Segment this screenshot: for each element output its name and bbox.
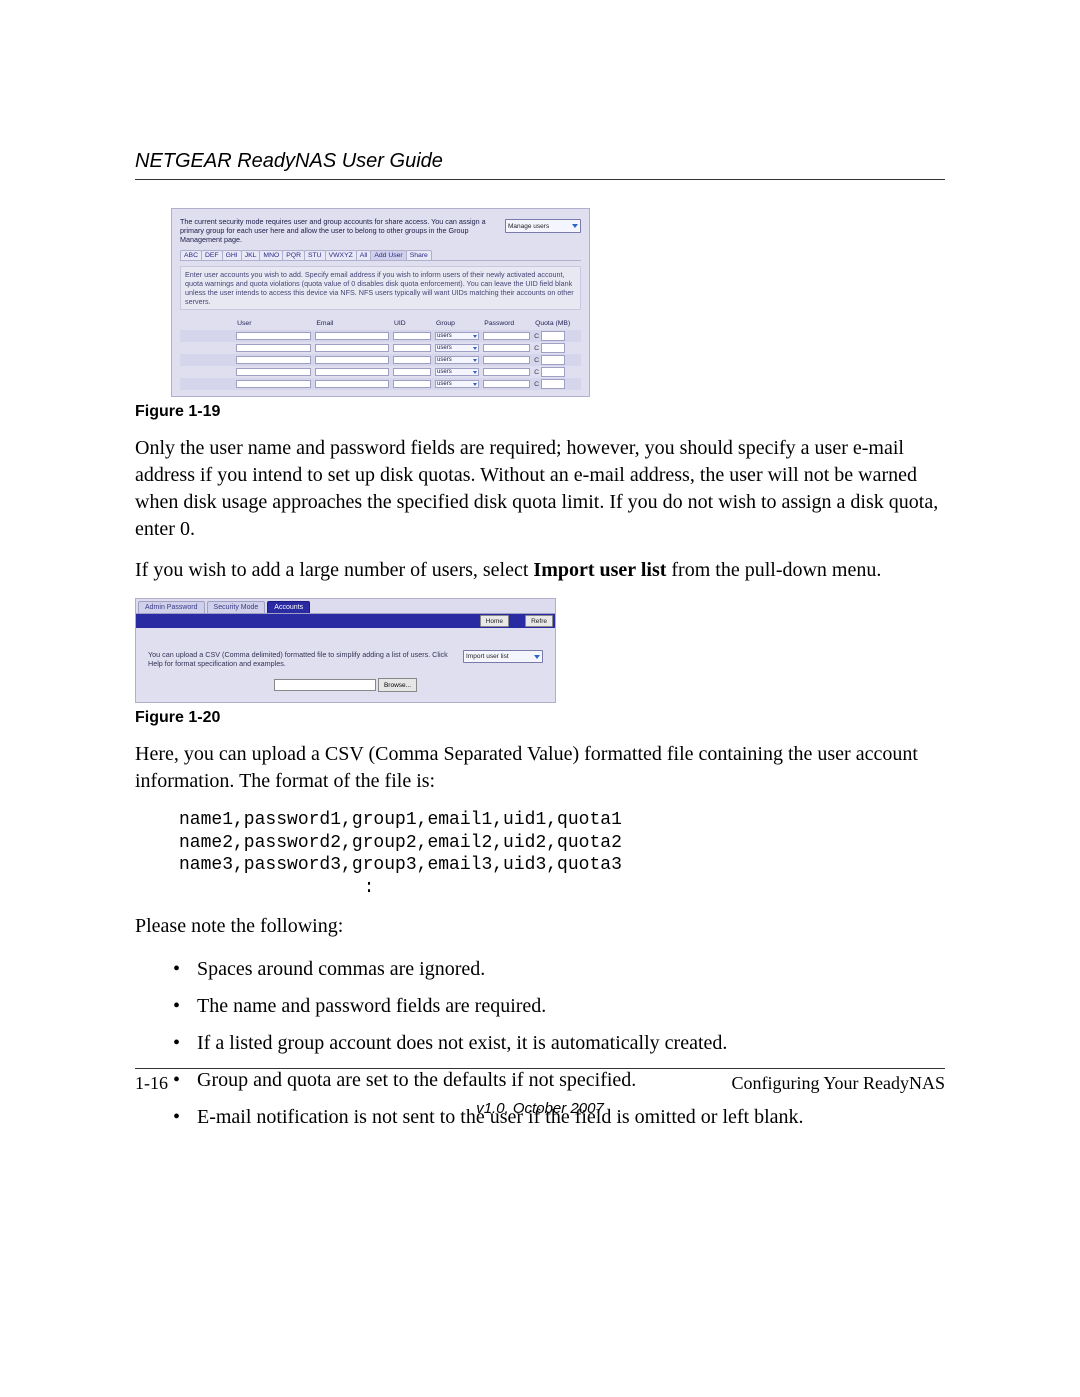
quota-prefix: C [534, 381, 539, 388]
top-tab-security-mode[interactable]: Security Mode [207, 601, 266, 613]
figure-19-screenshot: The current security mode requires user … [171, 208, 590, 397]
chevron-down-icon [572, 224, 578, 228]
header-rule [135, 179, 945, 180]
group-select[interactable]: users [435, 332, 479, 340]
quota-input[interactable] [541, 367, 565, 377]
doc-header-title: NETGEAR ReadyNAS User Guide [135, 150, 945, 173]
chevron-down-icon [473, 359, 477, 362]
table-row: users C [180, 330, 581, 342]
tab-abc[interactable]: ABC [180, 250, 202, 260]
home-button[interactable]: Home [480, 615, 509, 627]
uid-input[interactable] [393, 332, 431, 340]
tab-vwxyz[interactable]: VWXYZ [325, 250, 357, 260]
tab-ghi[interactable]: GHI [222, 250, 242, 260]
password-input[interactable] [483, 380, 530, 388]
paragraph-2: If you wish to add a large number of use… [135, 557, 945, 584]
col-uid: UID [391, 320, 433, 330]
tab-share[interactable]: Share [406, 250, 432, 260]
email-input[interactable] [315, 356, 389, 364]
paragraph-3: Here, you can upload a CSV (Comma Separa… [135, 741, 945, 795]
tab-jkl[interactable]: JKL [241, 250, 261, 260]
table-row: users C [180, 354, 581, 366]
password-input[interactable] [483, 368, 530, 376]
password-input[interactable] [483, 332, 530, 340]
top-tab-accounts[interactable]: Accounts [267, 601, 310, 613]
uid-input[interactable] [393, 356, 431, 364]
table-row: users C [180, 342, 581, 354]
figure-20-screenshot: Admin Password Security Mode Accounts Ho… [135, 598, 556, 703]
manage-users-select-label: Manage users [508, 223, 549, 230]
footer-rule [135, 1068, 945, 1069]
user-input[interactable] [236, 344, 311, 352]
paragraph-4: Please note the following: [135, 913, 945, 940]
quota-input[interactable] [541, 379, 565, 389]
table-row: users C [180, 366, 581, 378]
figure-19-caption: Figure 1-19 [135, 403, 945, 421]
list-item: The name and password fields are require… [179, 991, 945, 1022]
tab-def[interactable]: DEF [201, 250, 223, 260]
tab-stu[interactable]: STU [304, 250, 326, 260]
group-select[interactable]: users [435, 380, 479, 388]
import-select-label: Import user list [466, 653, 509, 660]
quota-input[interactable] [541, 355, 565, 365]
chevron-down-icon [473, 347, 477, 350]
paragraph-1: Only the user name and password fields a… [135, 435, 945, 543]
fig19-user-table: User Email UID Group Password Quota (MB)… [180, 320, 581, 390]
group-select[interactable]: users [435, 344, 479, 352]
user-input[interactable] [236, 380, 311, 388]
quota-prefix: C [534, 345, 539, 352]
chevron-down-icon [473, 383, 477, 386]
group-select[interactable]: users [435, 368, 479, 376]
list-item: If a listed group account does not exist… [179, 1028, 945, 1059]
browse-button[interactable]: Browse... [378, 678, 417, 692]
csv-format-block: name1,password1,group1,email1,uid1,quota… [179, 809, 945, 899]
top-tab-admin-password[interactable]: Admin Password [138, 601, 205, 613]
import-user-list-select[interactable]: Import user list [463, 650, 543, 663]
chevron-down-icon [473, 371, 477, 374]
table-row: users C [180, 378, 581, 390]
tab-add-user[interactable]: Add User [370, 250, 406, 260]
fig19-intro-text: The current security mode requires user … [180, 217, 499, 244]
col-user: User [234, 320, 313, 330]
tab-pqr[interactable]: PQR [282, 250, 305, 260]
quota-prefix: C [534, 369, 539, 376]
fig19-help-text: Enter user accounts you wish to add. Spe… [180, 266, 581, 310]
user-input[interactable] [236, 332, 311, 340]
tab-all[interactable]: All [356, 250, 372, 260]
list-item: Spaces around commas are ignored. [179, 954, 945, 985]
tab-mno[interactable]: MNO [259, 250, 283, 260]
chevron-down-icon [473, 335, 477, 338]
footer-version: v1.0, October 2007 [135, 1100, 945, 1117]
col-group: Group [433, 320, 481, 330]
figure-20-caption: Figure 1-20 [135, 709, 945, 727]
uid-input[interactable] [393, 368, 431, 376]
manage-users-select[interactable]: Manage users [505, 219, 581, 233]
col-password: Password [481, 320, 532, 330]
group-select[interactable]: users [435, 356, 479, 364]
quota-prefix: C [534, 357, 539, 364]
chevron-down-icon [534, 655, 540, 659]
email-input[interactable] [315, 368, 389, 376]
password-input[interactable] [483, 344, 530, 352]
uid-input[interactable] [393, 344, 431, 352]
fig20-message: You can upload a CSV (Comma delimited) f… [148, 650, 457, 668]
email-input[interactable] [315, 380, 389, 388]
col-email: Email [313, 320, 391, 330]
email-input[interactable] [315, 344, 389, 352]
file-path-input[interactable] [274, 679, 376, 691]
col-quota: Quota (MB) [532, 320, 581, 330]
uid-input[interactable] [393, 380, 431, 388]
quota-input[interactable] [541, 343, 565, 353]
fig19-tab-strip: ABC DEF GHI JKL MNO PQR STU VWXYZ All Ad… [180, 250, 581, 261]
email-input[interactable] [315, 332, 389, 340]
password-input[interactable] [483, 356, 530, 364]
user-input[interactable] [236, 368, 311, 376]
refresh-button[interactable]: Refre [525, 615, 553, 627]
user-input[interactable] [236, 356, 311, 364]
quota-prefix: C [534, 333, 539, 340]
quota-input[interactable] [541, 331, 565, 341]
footer-section-title: Configuring Your ReadyNAS [731, 1073, 945, 1094]
footer-page-number: 1-16 [135, 1073, 168, 1094]
